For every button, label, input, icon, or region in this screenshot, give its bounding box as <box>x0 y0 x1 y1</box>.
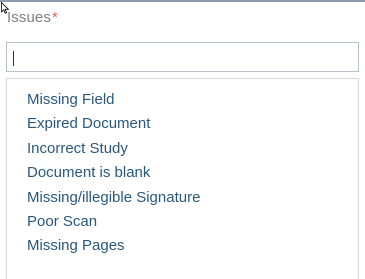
required-asterisk: * <box>51 9 58 26</box>
option-expired-document[interactable]: Expired Document <box>7 112 358 136</box>
option-missing-pages[interactable]: Missing Pages <box>7 234 358 258</box>
issues-search-input[interactable] <box>6 42 359 72</box>
option-poor-scan[interactable]: Poor Scan <box>7 210 358 234</box>
issues-label: Issues* <box>7 9 58 26</box>
option-missing-illegible-signature[interactable]: Missing/illegible Signature <box>7 186 358 210</box>
issues-field-panel: Issues* Missing Field Expired Document I… <box>0 0 365 279</box>
issues-label-text: Issues <box>7 9 51 26</box>
option-incorrect-study[interactable]: Incorrect Study <box>7 137 358 161</box>
issues-options-list: Missing Field Expired Document Incorrect… <box>6 78 359 279</box>
option-document-is-blank[interactable]: Document is blank <box>7 161 358 185</box>
top-divider <box>0 0 365 2</box>
text-caret <box>13 51 14 66</box>
option-missing-field[interactable]: Missing Field <box>7 88 358 112</box>
